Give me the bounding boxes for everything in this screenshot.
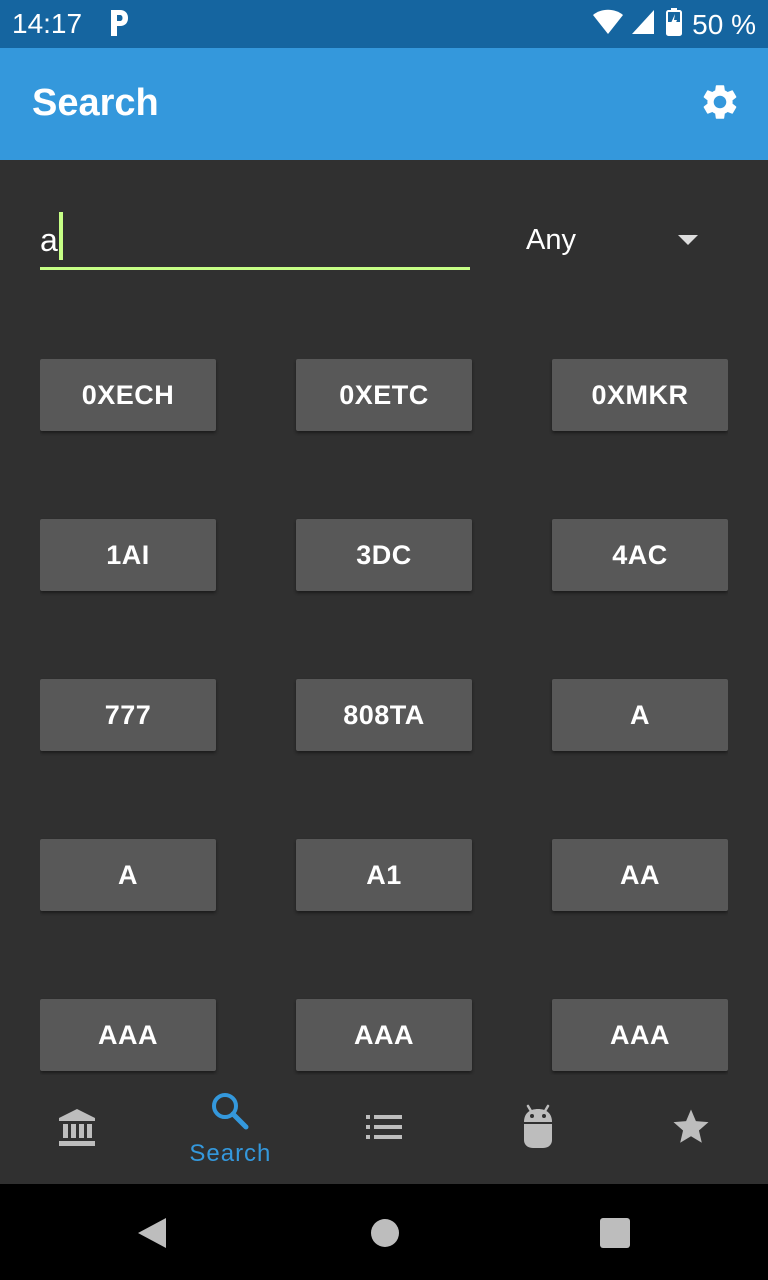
- result-button[interactable]: AAA: [552, 999, 728, 1071]
- result-button[interactable]: A1: [296, 839, 472, 911]
- result-button[interactable]: 1AI: [40, 519, 216, 591]
- wifi-icon: [592, 8, 624, 41]
- home-icon[interactable]: [370, 1218, 400, 1253]
- text-cursor: [59, 212, 63, 260]
- nav-item-list[interactable]: [307, 1075, 461, 1184]
- page-title: Search: [32, 82, 159, 124]
- nav-item-search[interactable]: Search: [154, 1075, 308, 1184]
- battery-percent: 50 %: [692, 8, 756, 40]
- status-indicators: 50 %: [592, 8, 756, 41]
- nav-item-exchanges[interactable]: [0, 1075, 154, 1184]
- result-button[interactable]: 3DC: [296, 519, 472, 591]
- result-button[interactable]: 777: [40, 679, 216, 751]
- search-input[interactable]: a: [40, 222, 58, 259]
- result-button[interactable]: A: [552, 679, 728, 751]
- star-icon: [670, 1106, 712, 1153]
- parking-p-icon: [108, 8, 130, 43]
- result-button[interactable]: AAA: [40, 999, 216, 1071]
- result-button[interactable]: 0XMKR: [552, 359, 728, 431]
- battery-icon: [666, 8, 683, 41]
- bank-icon: [57, 1107, 97, 1152]
- nav-label-search: Search: [189, 1140, 272, 1167]
- search-icon: [210, 1091, 250, 1136]
- type-filter-value: Any: [526, 224, 576, 256]
- signal-icon: [630, 8, 656, 41]
- bottom-navigation: Search: [0, 1075, 768, 1184]
- results-grid: 0XECH 0XETC 0XMKR 1AI 3DC 4AC 777 808TA …: [40, 359, 728, 1075]
- android-icon: [520, 1104, 556, 1155]
- settings-button[interactable]: [696, 80, 744, 128]
- result-button[interactable]: AA: [552, 839, 728, 911]
- status-time: 14:17: [12, 8, 83, 39]
- system-navigation-bar: [0, 1184, 768, 1280]
- result-button[interactable]: A: [40, 839, 216, 911]
- type-filter-dropdown[interactable]: Any: [526, 218, 706, 266]
- result-button[interactable]: 0XETC: [296, 359, 472, 431]
- back-icon[interactable]: [136, 1216, 168, 1255]
- search-field[interactable]: a: [40, 208, 470, 270]
- result-button[interactable]: 0XECH: [40, 359, 216, 431]
- status-bar: 14:17 50 %: [0, 0, 768, 48]
- result-button[interactable]: 4AC: [552, 519, 728, 591]
- result-button[interactable]: 808TA: [296, 679, 472, 751]
- nav-item-favorites[interactable]: [614, 1075, 768, 1184]
- dropdown-arrow-icon: [678, 235, 698, 245]
- recent-apps-icon[interactable]: [600, 1218, 630, 1248]
- list-icon: [364, 1111, 404, 1148]
- nav-item-android[interactable]: [461, 1075, 615, 1184]
- app-bar: Search: [0, 48, 768, 160]
- gear-icon: [699, 81, 741, 128]
- result-button[interactable]: AAA: [296, 999, 472, 1071]
